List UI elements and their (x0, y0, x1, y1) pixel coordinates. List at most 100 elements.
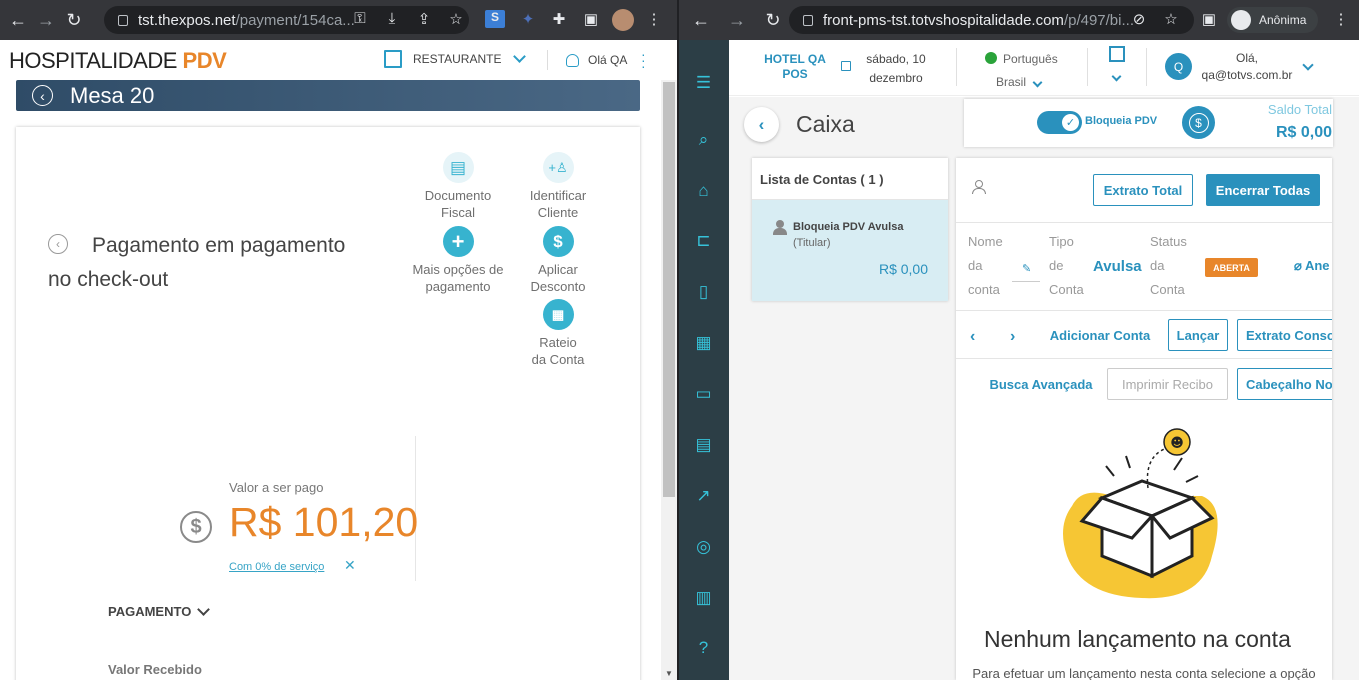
divider (956, 358, 1332, 359)
mesa-title: Mesa 20 (70, 82, 155, 108)
share-icon[interactable]: ⇪ (414, 10, 434, 28)
back-circle-icon[interactable]: ‹ (48, 234, 68, 254)
option-label: Mais opções de (412, 262, 504, 277)
chevron-down-icon (513, 50, 527, 63)
cabecalho-nota-button[interactable]: Cabeçalho No (1237, 368, 1332, 400)
account-item[interactable]: Bloqueia PDV Avulsa (Titular) R$ 0,00 (752, 200, 948, 301)
star-icon[interactable]: ☆ (446, 10, 466, 28)
name-input-line[interactable] (1012, 281, 1040, 282)
eye-off-icon[interactable]: ⊘ (1129, 10, 1149, 28)
back-icon[interactable]: ← (4, 10, 32, 31)
forward-icon[interactable]: → (723, 10, 751, 31)
report-icon[interactable]: ▤ (693, 434, 714, 455)
rooms-icon[interactable]: ▭ (693, 383, 714, 404)
anexo-link[interactable]: ⌀ Ane (1294, 258, 1330, 274)
key-icon[interactable]: ⚿ (350, 10, 370, 27)
help-icon[interactable]: ? (693, 637, 714, 658)
sidepanel-icon[interactable]: ▣ (1199, 10, 1219, 28)
star-icon[interactable]: ☆ (1161, 10, 1181, 28)
plus-icon: + (442, 226, 474, 257)
hamburger-icon[interactable]: ☰ (693, 72, 714, 93)
luggage-icon[interactable]: ▯ (693, 281, 714, 302)
greeting: Olá QA (588, 53, 628, 67)
target-icon[interactable]: ◎ (693, 536, 714, 557)
chevron-down-icon (197, 602, 211, 616)
chevron-right-icon[interactable]: › (1010, 328, 1015, 346)
reload-icon[interactable]: ↻ (60, 10, 88, 31)
account-role: (Titular) (793, 237, 831, 249)
search-icon[interactable]: ⌕ (693, 129, 714, 150)
lancar-button[interactable]: Lançar (1168, 319, 1228, 351)
option-label: Rateio (539, 335, 577, 350)
account-panel: Extrato Total Encerrar Todas Nome da conta… (956, 158, 1332, 680)
person-icon (772, 220, 788, 236)
user-menu[interactable]: Olá QA (566, 53, 627, 67)
extrato-total-button[interactable]: Extrato Total (1093, 174, 1193, 206)
country-label: Brasil (996, 75, 1027, 89)
servico-link[interactable]: Com 0% de serviço (229, 561, 324, 573)
user-greeting[interactable]: Olá, qa@totvs.com.br (1199, 50, 1295, 84)
scrollbar[interactable]: ▼ (661, 80, 677, 680)
reload-icon[interactable]: ↻ (759, 10, 787, 31)
chart-icon[interactable]: ▥ (693, 587, 714, 608)
home-icon[interactable]: ⌂ (693, 180, 714, 201)
imprimir-recibo-button[interactable]: Imprimir Recibo (1107, 368, 1228, 400)
extension-s-icon[interactable]: S (485, 10, 505, 28)
extrato-consolidado-button[interactable]: Extrato Conso (1237, 319, 1332, 351)
hotel-name[interactable]: HOTEL QA POS (759, 52, 831, 82)
profile-avatar-icon[interactable] (612, 9, 634, 31)
menu-kebab-icon[interactable]: ⋮ (1331, 10, 1351, 28)
status-conta-label: Status da Conta (1150, 234, 1187, 297)
building-icon[interactable] (1109, 46, 1125, 62)
extension-shield-icon[interactable]: ✦ (518, 10, 538, 28)
scrollbar-thumb[interactable] (663, 82, 675, 497)
document-icon: ▤ (442, 152, 474, 183)
back-button[interactable]: ‹ (744, 107, 779, 142)
option-mais-opcoes[interactable]: + Mais opções de pagamento (403, 226, 513, 295)
account-value: R$ 0,00 (878, 261, 928, 277)
date-line: sábado, 10 (866, 52, 926, 66)
divider (956, 310, 1332, 311)
more-vertical-icon[interactable]: · · · (641, 47, 646, 73)
profile-label: Anônima (1259, 13, 1307, 27)
back-circle-icon[interactable]: ‹ (32, 85, 53, 106)
restaurant-selector[interactable]: RESTAURANTE (384, 50, 527, 68)
option-identificar-cliente[interactable]: +♙ Identificar Cliente (503, 152, 613, 221)
chevron-left-icon[interactable]: ‹ (970, 328, 975, 346)
bed-icon[interactable]: ⊏ (693, 230, 714, 251)
extensions-puzzle-icon[interactable]: ✚ (549, 10, 569, 28)
language-selector[interactable]: Português Brasil (985, 48, 1058, 94)
option-label: Documento (424, 188, 492, 203)
current-date: sábado, 10 dezembro (862, 50, 930, 88)
saldo-label: Saldo Total (1267, 102, 1332, 117)
menu-kebab-icon[interactable]: ⋮ (644, 10, 664, 28)
forward-icon[interactable]: → (32, 10, 60, 31)
header-divider (547, 50, 548, 70)
trend-icon[interactable]: ↗ (693, 485, 714, 506)
install-icon[interactable]: ⤓ (382, 10, 402, 27)
anexo-label: Ane (1304, 258, 1330, 273)
topbar-divider (1087, 48, 1088, 86)
topbar-divider (1146, 48, 1147, 86)
restaurant-label: RESTAURANTE (413, 52, 502, 66)
close-icon[interactable]: ✕ (344, 557, 356, 574)
busca-avancada-button[interactable]: Busca Avançada (984, 368, 1098, 400)
coin-button[interactable]: $ (1182, 106, 1215, 139)
option-rateio-conta[interactable]: ▦ Rateio da Conta (503, 299, 613, 368)
valor-label: Valor a ser pago (229, 480, 324, 495)
user-avatar[interactable]: Q (1165, 53, 1192, 80)
pencil-icon[interactable]: ✎ (1022, 262, 1034, 275)
calendar-icon[interactable]: ▦ (693, 332, 714, 353)
option-aplicar-desconto[interactable]: $ Aplicar Desconto (503, 226, 613, 295)
adicionar-conta-button[interactable]: Adicionar Conta (1046, 319, 1154, 351)
pagamento-toggle[interactable]: PAGAMENTO (108, 602, 211, 619)
option-documento-fiscal[interactable]: ▤ Documento Fiscal (403, 152, 513, 221)
scroll-down-icon[interactable]: ▼ (665, 669, 673, 678)
encerrar-todas-button[interactable]: Encerrar Todas (1206, 174, 1320, 206)
sidepanel-icon[interactable]: ▣ (581, 10, 601, 28)
calculator-icon: ▦ (542, 299, 574, 330)
bloqueia-toggle[interactable]: ✓ (1037, 111, 1082, 134)
user-icon (566, 53, 579, 67)
incognito-chip[interactable]: Anônima (1227, 7, 1319, 33)
back-icon[interactable]: ← (687, 10, 715, 31)
